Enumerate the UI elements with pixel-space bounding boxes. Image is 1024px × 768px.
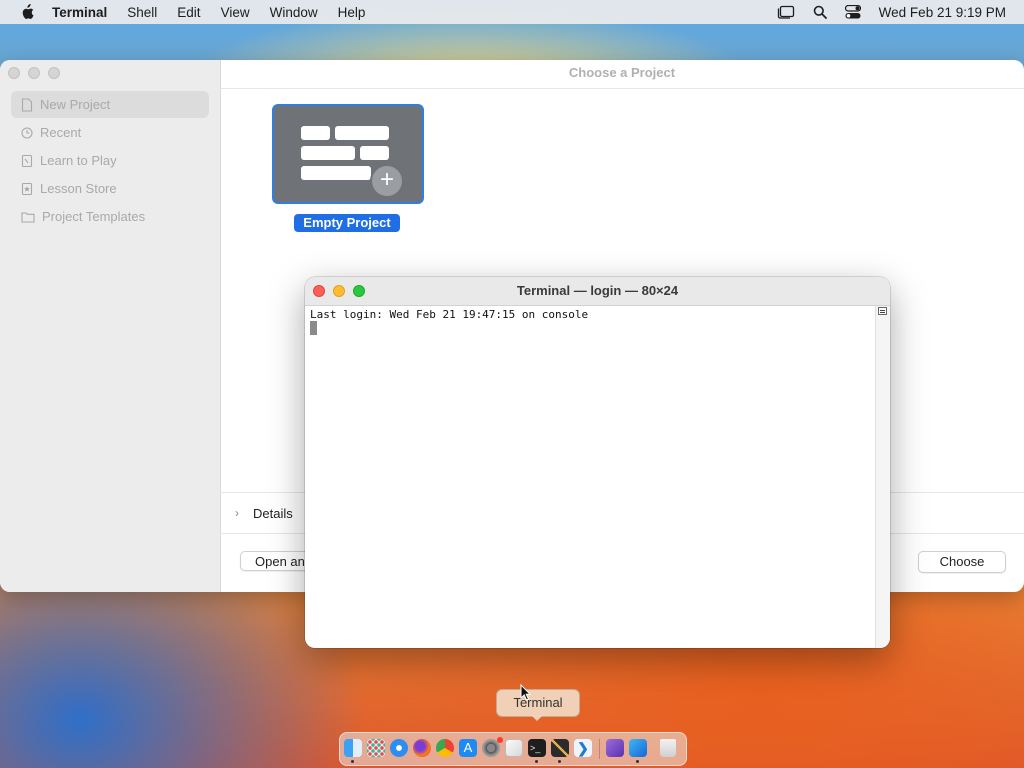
menubar-clock[interactable]: Wed Feb 21 9:19 PM: [879, 5, 1006, 20]
choose-button[interactable]: Choose: [918, 551, 1006, 573]
running-indicator: [351, 760, 354, 763]
menu-edit[interactable]: Edit: [177, 5, 200, 20]
menu-app-name[interactable]: Terminal: [52, 5, 107, 20]
safari-icon[interactable]: [390, 739, 408, 757]
launchpad-icon[interactable]: [367, 739, 385, 757]
terminal-window: Terminal — login — 80×24 Last login: Wed…: [305, 277, 890, 648]
doc-icon: [21, 97, 33, 112]
pixelmator-icon[interactable]: [551, 739, 569, 757]
sidebar-item-lesson-store[interactable]: Lesson Store: [11, 175, 209, 202]
sidebar-item-learn-to-play[interactable]: Learn to Play: [11, 147, 209, 174]
sidebar-item-recent[interactable]: Recent: [11, 119, 209, 146]
menu-window[interactable]: Window: [270, 5, 318, 20]
menu-help[interactable]: Help: [338, 5, 366, 20]
sidebar-item-new-project[interactable]: New Project: [11, 91, 209, 118]
spotlight-search-icon[interactable]: [813, 5, 827, 19]
chevron-right-icon: ›: [235, 506, 239, 520]
book-icon: [21, 154, 33, 167]
terminal-titlebar[interactable]: Terminal — login — 80×24: [305, 277, 890, 306]
dock-separator: [599, 739, 600, 759]
window-controls-inactive: [8, 67, 60, 79]
notification-badge: [497, 737, 503, 743]
firefox-icon[interactable]: [413, 739, 431, 757]
sidebar-item-label: Project Templates: [42, 209, 146, 224]
marks-icon[interactable]: [878, 307, 887, 315]
window-controls: [313, 285, 365, 297]
mouse-pointer-icon: [520, 684, 532, 701]
finder-icon[interactable]: [344, 739, 362, 757]
visual-studio-icon[interactable]: [606, 739, 624, 757]
stage-manager-icon[interactable]: [777, 5, 795, 19]
menu-bar: Terminal Shell Edit View Window Help Wed…: [0, 0, 1024, 24]
window-title: Choose a Project: [220, 60, 1024, 89]
running-indicator: [535, 760, 538, 763]
app-store-icon[interactable]: A: [459, 739, 477, 757]
tile-brick: [301, 126, 330, 140]
sidebar-item-label: New Project: [40, 97, 111, 112]
apple-menu-icon[interactable]: [18, 4, 36, 20]
running-indicator: [558, 760, 561, 763]
control-center-icon[interactable]: [844, 5, 861, 19]
running-indicator: [636, 760, 639, 763]
tile-brick: [301, 146, 355, 160]
star-icon: [21, 182, 33, 195]
tile-brick: [360, 146, 389, 160]
zoom-button[interactable]: [353, 285, 365, 297]
tile-brick: [335, 126, 389, 140]
close-button[interactable]: [313, 285, 325, 297]
trash-icon[interactable]: [660, 739, 676, 757]
close-button[interactable]: [8, 67, 20, 79]
menu-view[interactable]: View: [221, 5, 250, 20]
zoom-button[interactable]: [48, 67, 60, 79]
terminal-icon[interactable]: >_: [528, 739, 546, 757]
terminal-output[interactable]: Last login: Wed Feb 21 19:47:15 on conso…: [310, 308, 588, 322]
clock-icon: [21, 126, 33, 139]
plus-icon: +: [370, 164, 404, 198]
terminal-title: Terminal — login — 80×24: [516, 283, 679, 298]
textedit-icon[interactable]: [505, 739, 523, 757]
empty-project-tile[interactable]: +: [272, 104, 424, 204]
sidebar-item-label: Recent: [40, 125, 82, 140]
menubar-status-area: Wed Feb 21 9:19 PM: [777, 0, 1006, 24]
minimize-button[interactable]: [28, 67, 40, 79]
playgrounds-icon[interactable]: [629, 739, 647, 757]
project-sidebar: New Project Recent Learn to Play Lesson …: [0, 60, 221, 592]
sidebar-item-project-templates[interactable]: Project Templates: [11, 203, 209, 230]
sidebar-item-label: Learn to Play: [40, 153, 117, 168]
chrome-icon[interactable]: [436, 739, 454, 757]
dock: A >_ ❯: [339, 732, 687, 766]
dock-tooltip: Terminal: [496, 689, 580, 721]
tile-brick: [301, 166, 371, 180]
details-label: Details: [253, 505, 293, 521]
minimize-button[interactable]: [333, 285, 345, 297]
sidebar-item-label: Lesson Store: [40, 181, 117, 196]
terminal-scrollbar[interactable]: [875, 306, 890, 648]
empty-project-label[interactable]: Empty Project: [294, 214, 400, 232]
menu-shell[interactable]: Shell: [127, 5, 157, 20]
folder-icon: [21, 211, 35, 223]
vscode-icon[interactable]: ❯: [574, 739, 592, 757]
text-cursor: [310, 321, 317, 335]
